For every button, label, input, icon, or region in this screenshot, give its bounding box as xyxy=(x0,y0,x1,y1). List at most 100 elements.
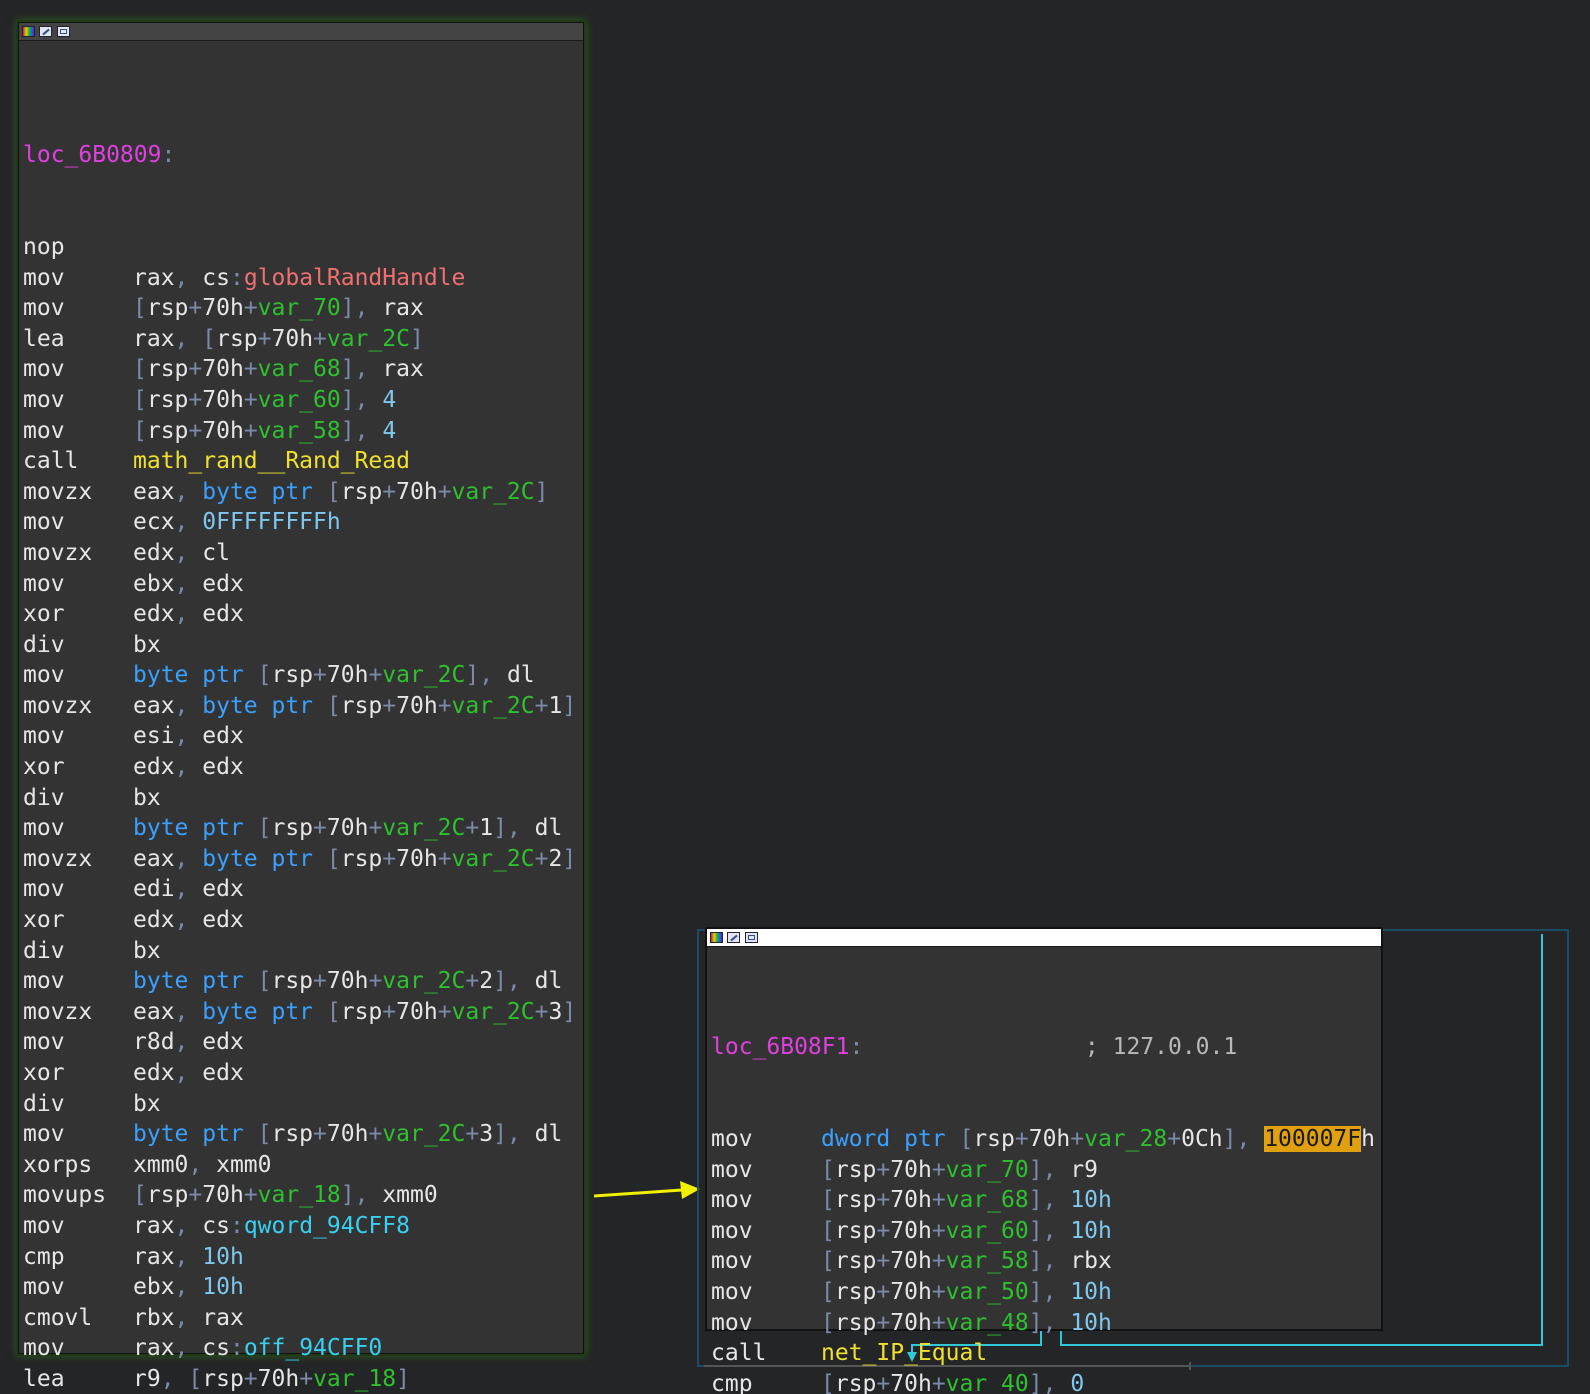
operand-token[interactable]: 10h xyxy=(1070,1279,1112,1305)
instruction-line[interactable]: mov [rsp+70h+var_58], rbx xyxy=(711,1246,1375,1277)
instruction-line[interactable]: call math_rand__Rand_Read xyxy=(23,446,576,477)
operand-token[interactable]: eax xyxy=(133,693,175,719)
mnemonic[interactable]: mov xyxy=(23,813,133,844)
mnemonic[interactable]: movzx xyxy=(23,538,133,569)
operand-token[interactable]: rsp xyxy=(147,418,189,444)
operand-token[interactable]: rsp xyxy=(835,1279,877,1305)
operand-token[interactable]: 70h xyxy=(272,326,314,352)
operand-token[interactable]: dl xyxy=(507,662,535,688)
operand-token[interactable]: 70h xyxy=(396,693,438,719)
operand-token[interactable]: 2 xyxy=(549,846,563,872)
instruction-line[interactable]: div bx xyxy=(23,630,576,661)
operand-token[interactable]: rsp xyxy=(341,693,383,719)
operand-token[interactable]: var_68 xyxy=(258,356,341,382)
operand-token[interactable]: cl xyxy=(202,540,230,566)
operand-token[interactable]: 70h xyxy=(396,479,438,505)
operand-token[interactable]: 70h xyxy=(890,1248,932,1274)
operand-token[interactable]: rax xyxy=(133,326,175,352)
operand-token[interactable]: rsp xyxy=(341,999,383,1025)
operand-token[interactable]: 10h xyxy=(1070,1218,1112,1244)
operand-token[interactable]: edx xyxy=(133,907,175,933)
operand-token[interactable]: rsp xyxy=(271,1121,313,1147)
mnemonic[interactable]: lea xyxy=(23,1364,133,1394)
instruction-line[interactable]: mov rax, cs:globalRandHandle xyxy=(23,263,576,294)
operand-token[interactable]: 70h xyxy=(327,815,369,841)
operand-token[interactable]: var_2C xyxy=(382,662,465,688)
mnemonic[interactable]: xorps xyxy=(23,1150,133,1181)
mnemonic[interactable]: mov xyxy=(23,263,133,294)
mnemonic[interactable]: mov xyxy=(23,874,133,905)
operand-token[interactable]: 70h xyxy=(202,356,244,382)
operand-token[interactable]: edx xyxy=(202,571,244,597)
mnemonic[interactable]: call xyxy=(23,446,133,477)
instruction-line[interactable]: lea rax, [rsp+70h+var_2C] xyxy=(23,324,576,355)
mnemonic[interactable]: mov xyxy=(23,1119,133,1150)
mnemonic[interactable]: xor xyxy=(23,599,133,630)
operand-token[interactable]: ebx xyxy=(133,1274,175,1300)
operand-token[interactable]: 2 xyxy=(479,968,493,994)
operand-token[interactable]: esi xyxy=(133,723,175,749)
operand-token[interactable]: var_28 xyxy=(1084,1126,1167,1152)
mnemonic[interactable]: xor xyxy=(23,905,133,936)
operand-token[interactable]: rax xyxy=(382,356,424,382)
mnemonic[interactable]: div xyxy=(23,936,133,967)
operand-token[interactable]: edx xyxy=(202,1060,244,1086)
operand-token[interactable]: var_48 xyxy=(946,1310,1029,1336)
mnemonic[interactable]: mov xyxy=(711,1308,821,1339)
operand-token[interactable]: rsp xyxy=(147,387,189,413)
operand-token[interactable]: byte ptr xyxy=(133,968,244,994)
operand-token[interactable]: bx xyxy=(133,785,161,811)
operand-token[interactable]: 10h xyxy=(202,1274,244,1300)
operand-token[interactable]: var_2C xyxy=(452,479,535,505)
mnemonic[interactable]: mov xyxy=(23,385,133,416)
instruction-line[interactable]: movzx eax, byte ptr [rsp+70h+var_2C+1] xyxy=(23,691,576,722)
instruction-line[interactable]: cmp rax, 10h xyxy=(23,1242,576,1273)
operand-token[interactable]: 70h xyxy=(202,1182,244,1208)
operand-token[interactable]: var_60 xyxy=(258,387,341,413)
operand-token[interactable]: byte ptr xyxy=(202,693,313,719)
operand-token[interactable]: rsp xyxy=(271,662,313,688)
instruction-line[interactable]: mov [rsp+70h+var_60], 10h xyxy=(711,1216,1375,1247)
instruction-line[interactable]: mov byte ptr [rsp+70h+var_2C+3], dl xyxy=(23,1119,576,1150)
operand-token[interactable]: 3 xyxy=(549,999,563,1025)
instruction-line[interactable]: xor edx, edx xyxy=(23,599,576,630)
mnemonic[interactable]: movzx xyxy=(23,844,133,875)
operand-token[interactable]: rsp xyxy=(341,479,383,505)
operand-token[interactable]: 70h xyxy=(1029,1126,1071,1152)
operand-token[interactable]: bx xyxy=(133,1091,161,1117)
operand-token[interactable]: rsp xyxy=(835,1371,877,1394)
operand-token[interactable]: bx xyxy=(133,632,161,658)
instruction-line[interactable]: mov byte ptr [rsp+70h+var_2C+2], dl xyxy=(23,966,576,997)
instruction-line[interactable]: div bx xyxy=(23,936,576,967)
operand-token[interactable]: 70h xyxy=(890,1157,932,1183)
mnemonic[interactable]: mov xyxy=(23,354,133,385)
instruction-line[interactable]: movzx eax, byte ptr [rsp+70h+var_2C] xyxy=(23,477,576,508)
operand-token[interactable]: var_18 xyxy=(258,1182,341,1208)
operand-token[interactable]: rax xyxy=(202,1305,244,1331)
operand-token[interactable]: 70h xyxy=(396,999,438,1025)
operand-token[interactable]: byte ptr xyxy=(133,662,244,688)
operand-token[interactable]: 100007F xyxy=(1264,1125,1362,1152)
operand-token[interactable]: rsp xyxy=(835,1218,877,1244)
operand-token[interactable]: rax xyxy=(133,1244,175,1270)
block-label[interactable]: loc_6B08F1: ; 127.0.0.1 xyxy=(711,1032,1375,1063)
operand-token[interactable]: var_50 xyxy=(946,1279,1029,1305)
operand-token[interactable]: 70h xyxy=(202,387,244,413)
operand-token[interactable]: 70h xyxy=(890,1279,932,1305)
operand-token[interactable]: var_2C xyxy=(382,968,465,994)
operand-token[interactable]: byte ptr xyxy=(133,815,244,841)
operand-token[interactable]: off_94CFF0 xyxy=(244,1335,382,1361)
instruction-line[interactable]: mov edi, edx xyxy=(23,874,576,905)
operand-token[interactable]: cs xyxy=(202,1335,230,1361)
operand-token[interactable]: var_2C xyxy=(382,1121,465,1147)
operand-token[interactable]: 1 xyxy=(479,815,493,841)
instruction-line[interactable]: mov [rsp+70h+var_48], 10h xyxy=(711,1308,1375,1339)
graph-overview-icon[interactable] xyxy=(57,26,70,37)
operand-token[interactable]: rsp xyxy=(147,295,189,321)
disassembly-listing[interactable]: loc_6B0809: nop mov rax, cs:globalRandHand… xyxy=(23,79,576,1394)
operand-token[interactable]: edx xyxy=(133,1060,175,1086)
mnemonic[interactable]: mov xyxy=(711,1246,821,1277)
code-block-loc-6b0809[interactable]: loc_6B0809: nop mov rax, cs:globalRandHand… xyxy=(18,22,584,1392)
operand-token[interactable]: 1 xyxy=(549,693,563,719)
mnemonic[interactable]: mov xyxy=(23,507,133,538)
